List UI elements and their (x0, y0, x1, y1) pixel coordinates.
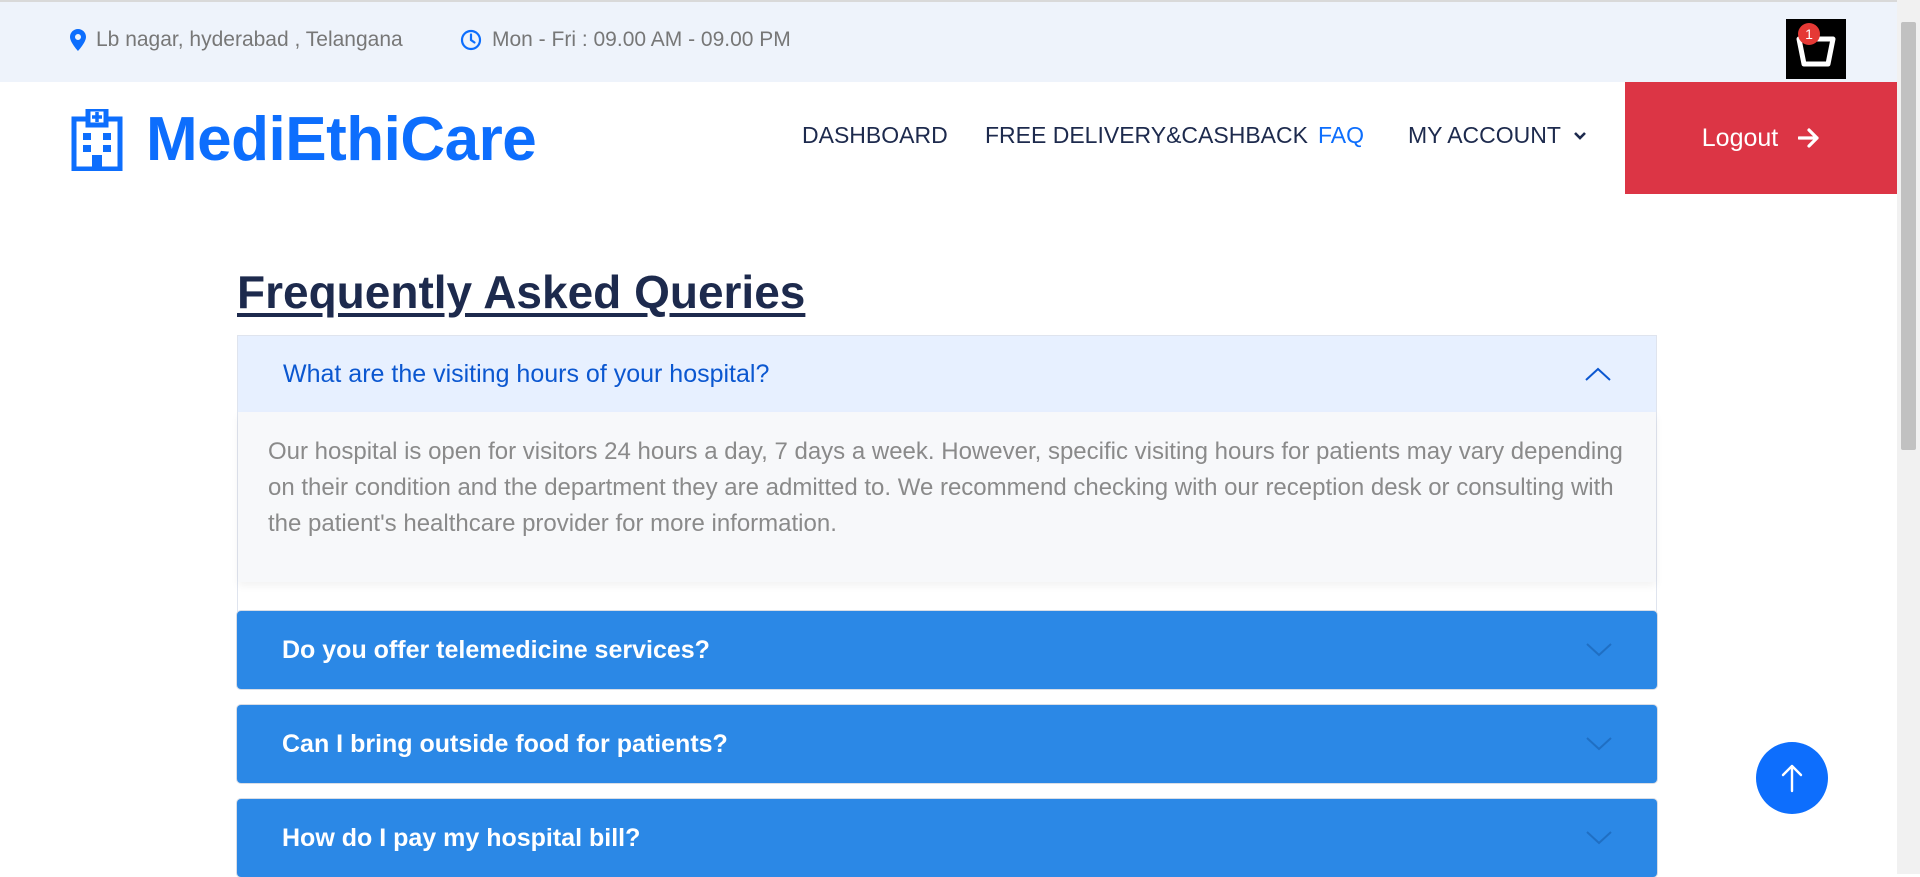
location-info: Lb nagar, hyderabad , Telangana (70, 28, 403, 52)
faq-question-text: What are the visiting hours of your hosp… (283, 359, 770, 388)
cart-count-badge: 1 (1798, 23, 1820, 45)
clock-icon (460, 29, 482, 51)
brand-name: MediEthiCare (146, 105, 537, 174)
arrow-right-icon (1798, 128, 1819, 148)
arrow-up-icon (1781, 764, 1803, 793)
page-title: Frequently Asked Queries (237, 266, 806, 318)
logout-button[interactable]: Logout (1625, 82, 1897, 194)
chevron-up-icon (1585, 367, 1611, 381)
page-scrollbar[interactable] (1897, 0, 1920, 874)
top-info-bar: Lb nagar, hyderabad , Telangana Mon - Fr… (0, 0, 1897, 82)
faq-item-outside-food[interactable]: Can I bring outside food for patients? (237, 705, 1657, 783)
scrollbar-thumb[interactable] (1901, 22, 1916, 450)
nav-my-account[interactable]: MY ACCOUNT (1408, 122, 1587, 149)
faq-question-text: Do you offer telemedicine services? (282, 635, 710, 664)
hours-text: Mon - Fri : 09.00 AM - 09.00 PM (492, 28, 791, 51)
nav-my-account-label: MY ACCOUNT (1408, 122, 1561, 148)
chevron-down-icon (1586, 737, 1612, 751)
location-text: Lb nagar, hyderabad , Telangana (96, 28, 403, 51)
main-navbar: MediEthiCare DASHBOARD FREE DELIVERY&CAS… (0, 82, 1897, 194)
scroll-to-top-button[interactable] (1756, 742, 1828, 814)
cart-button[interactable]: 1 (1786, 19, 1846, 79)
hospital-icon (71, 108, 123, 171)
faq-item-pay-bill[interactable]: How do I pay my hospital bill? (237, 799, 1657, 877)
chevron-down-icon (1586, 831, 1612, 845)
faq-question-text: How do I pay my hospital bill? (282, 823, 641, 852)
chevron-down-icon (1574, 131, 1586, 140)
brand-logo[interactable]: MediEthiCare (70, 104, 537, 175)
chevron-down-icon (1586, 643, 1612, 657)
nav-free-delivery-cashback[interactable]: FREE DELIVERY&CASHBACK (985, 122, 1308, 149)
nav-faq[interactable]: FAQ (1318, 122, 1364, 149)
faq-item-telemedicine[interactable]: Do you offer telemedicine services? (237, 611, 1657, 689)
faq-item-expanded: What are the visiting hours of your hosp… (237, 335, 1657, 613)
hours-info: Mon - Fri : 09.00 AM - 09.00 PM (460, 28, 791, 52)
logout-label: Logout (1701, 123, 1779, 152)
map-pin-icon (70, 29, 86, 51)
faq-question-header[interactable]: What are the visiting hours of your hosp… (238, 336, 1656, 412)
faq-answer: Our hospital is open for visitors 24 hou… (238, 412, 1656, 582)
nav-dashboard[interactable]: DASHBOARD (802, 122, 948, 149)
faq-question-text: Can I bring outside food for patients? (282, 729, 728, 758)
